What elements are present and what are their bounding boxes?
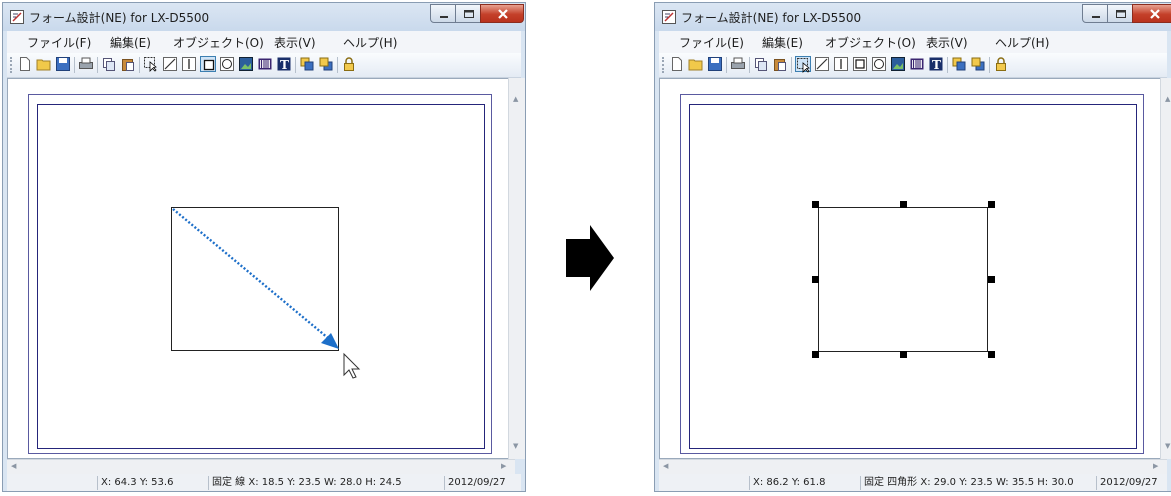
status-date: 2012/09/27	[444, 476, 519, 490]
minimize-button[interactable]	[430, 4, 456, 23]
bring-front-icon[interactable]	[299, 56, 315, 72]
status-date: 2012/09/27	[1096, 476, 1171, 490]
paste-icon[interactable]	[772, 56, 788, 72]
canvas-drawing	[171, 207, 361, 379]
svg-text:T: T	[280, 58, 289, 72]
ellipse-tool-icon[interactable]	[219, 56, 235, 72]
copy-icon[interactable]	[753, 56, 769, 72]
rectangle-tool-icon[interactable]	[200, 56, 216, 72]
menu-file[interactable]: ファイル(E)	[679, 34, 744, 51]
send-back-icon[interactable]	[970, 56, 986, 72]
image-tool-icon[interactable]	[890, 56, 906, 72]
menu-view[interactable]: 表示(V)	[274, 34, 316, 51]
app-window-before: フォーム設計(NE) for LX-D5500 ファイル(F) 編集(E) オブ…	[2, 2, 526, 492]
status-object-info: 固定 四角形 X: 29.0 Y: 23.5 W: 35.5 H: 30.0	[860, 476, 1092, 490]
horizontal-scrollbar[interactable]: ◀ ▶	[7, 459, 515, 474]
lock-icon[interactable]	[993, 56, 1009, 72]
resize-handle	[988, 201, 995, 208]
barcode-tool-icon[interactable]	[257, 56, 273, 72]
menu-view[interactable]: 表示(V)	[926, 34, 968, 51]
close-button[interactable]	[480, 4, 524, 23]
selected-rectangle	[818, 207, 988, 352]
drawn-rectangle	[171, 207, 339, 351]
maximize-button[interactable]	[1107, 4, 1133, 23]
title-bar: フォーム設計(NE) for LX-D5500	[655, 3, 1171, 31]
design-canvas[interactable]	[659, 78, 1167, 459]
toolbar: T	[659, 53, 1167, 78]
canvas-drawing	[812, 201, 995, 358]
maximize-button[interactable]	[455, 4, 481, 23]
line-tool-icon[interactable]	[814, 56, 830, 72]
send-back-icon[interactable]	[318, 56, 334, 72]
vertical-scrollbar[interactable]: ▲ ▼	[508, 78, 525, 459]
menu-edit[interactable]: 編集(E)	[762, 34, 803, 51]
menu-bar: ファイル(E) 編集(E) オブジェクト(O) 表示(V) ヘルプ(H)	[659, 31, 1167, 53]
vertical-line-tool-icon[interactable]	[833, 56, 849, 72]
select-tool-icon[interactable]	[143, 56, 159, 72]
print-icon[interactable]	[730, 56, 746, 72]
open-folder-icon[interactable]	[688, 56, 704, 72]
menu-file[interactable]: ファイル(F)	[27, 34, 91, 51]
status-bar: X: 64.3 Y: 53.6 固定 線 X: 18.5 Y: 23.5 W: …	[7, 474, 521, 491]
new-document-icon[interactable]	[669, 56, 685, 72]
app-icon	[662, 10, 676, 24]
image-tool-icon[interactable]	[238, 56, 254, 72]
app-icon	[10, 10, 24, 24]
ellipse-tool-icon[interactable]	[871, 56, 887, 72]
svg-text:T: T	[932, 58, 941, 72]
resize-handle	[812, 351, 819, 358]
mouse-cursor-icon	[343, 352, 361, 379]
resize-handle	[812, 276, 819, 283]
drag-path-line	[172, 208, 329, 339]
text-tool-icon[interactable]: T	[276, 56, 292, 72]
window-title: フォーム設計(NE) for LX-D5500	[681, 11, 862, 25]
minimize-button[interactable]	[1082, 4, 1108, 23]
menu-bar: ファイル(F) 編集(E) オブジェクト(O) 表示(V) ヘルプ(H)	[7, 31, 521, 53]
close-button[interactable]	[1132, 4, 1171, 23]
save-icon[interactable]	[55, 56, 71, 72]
bring-front-icon[interactable]	[951, 56, 967, 72]
menu-object[interactable]: オブジェクト(O)	[173, 34, 264, 51]
resize-handle	[900, 201, 907, 208]
design-canvas[interactable]	[7, 78, 515, 459]
rectangle-tool-icon[interactable]	[852, 56, 868, 72]
vertical-scrollbar[interactable]: ▲ ▼	[1160, 78, 1171, 459]
menu-object[interactable]: オブジェクト(O)	[825, 34, 916, 51]
menu-help[interactable]: ヘルプ(H)	[343, 34, 397, 51]
resize-handle	[988, 276, 995, 283]
app-window-after: フォーム設計(NE) for LX-D5500 ファイル(E) 編集(E) オブ…	[654, 2, 1171, 492]
line-tool-icon[interactable]	[162, 56, 178, 72]
resize-handle	[900, 351, 907, 358]
resize-handle	[988, 351, 995, 358]
menu-help[interactable]: ヘルプ(H)	[995, 34, 1049, 51]
toolbar-grip[interactable]	[10, 57, 15, 73]
lock-icon[interactable]	[341, 56, 357, 72]
save-icon[interactable]	[707, 56, 723, 72]
title-bar: フォーム設計(NE) for LX-D5500	[3, 3, 525, 31]
horizontal-scrollbar[interactable]: ◀ ▶	[659, 459, 1167, 474]
toolbar-grip[interactable]	[662, 57, 667, 73]
barcode-tool-icon[interactable]	[909, 56, 925, 72]
window-title: フォーム設計(NE) for LX-D5500	[29, 11, 210, 25]
select-tool-icon[interactable]	[795, 56, 811, 73]
new-document-icon[interactable]	[17, 56, 33, 72]
status-bar: X: 86.2 Y: 61.8 固定 四角形 X: 29.0 Y: 23.5 W…	[659, 474, 1167, 491]
status-coordinates: X: 86.2 Y: 61.8	[749, 476, 860, 490]
resize-handle	[812, 201, 819, 208]
toolbar: T	[7, 53, 521, 78]
paste-icon[interactable]	[120, 56, 136, 72]
vertical-line-tool-icon[interactable]	[181, 56, 197, 72]
text-tool-icon[interactable]: T	[928, 56, 944, 72]
status-object-info: 固定 線 X: 18.5 Y: 23.5 W: 28.0 H: 24.5	[208, 476, 440, 490]
copy-icon[interactable]	[101, 56, 117, 72]
right-arrow-icon	[566, 225, 614, 291]
menu-edit[interactable]: 編集(E)	[110, 34, 151, 51]
status-coordinates: X: 64.3 Y: 53.6	[97, 476, 208, 490]
print-icon[interactable]	[78, 56, 94, 72]
open-folder-icon[interactable]	[36, 56, 52, 72]
